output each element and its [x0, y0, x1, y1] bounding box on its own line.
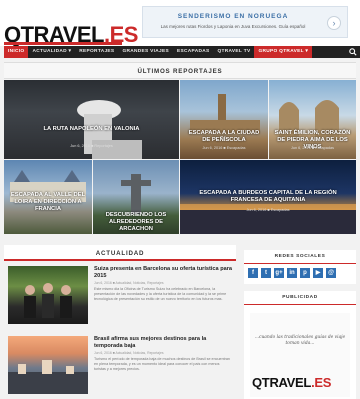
nav-item-reportajes[interactable]: REPORTAJES: [75, 46, 118, 58]
featured-tile-loira[interactable]: ESCAPADA AL VALLE DEL LOIRA EN DIRECCIÓN…: [4, 160, 92, 234]
site-header: QTRAVEL.ES SENDERISMO EN NORUEGA Las mej…: [0, 0, 360, 47]
social-icons-row: f t g+ in p ▶ @: [248, 268, 336, 278]
tile-meta: Jun 6, 2016 ■ Reportajes: [70, 144, 113, 148]
news-thumbnail[interactable]: [8, 266, 88, 324]
tile-meta: Jun 6, 2016 ■ Escapadas: [290, 146, 335, 150]
logo-underline: [4, 42, 122, 45]
ad-logo-main: QTRAVEL: [252, 375, 312, 390]
ad-logo: QTRAVEL.ES: [252, 375, 331, 390]
actualidad-section-header: ACTUALIDAD: [4, 245, 236, 261]
nav-item-grupo-qtravel[interactable]: GRUPO QTRAVEL ▾: [254, 46, 313, 58]
tile-caption: DESCUBRIENDO LOS ALREDEDORES DE ARCACHON: [105, 212, 167, 232]
email-icon[interactable]: @: [326, 268, 336, 278]
news-date: Jun 6, 2016 ■ Actualidad, Noticias, Repo…: [94, 281, 164, 285]
ad-tagline: ...cuando las tradicionales guías de via…: [254, 335, 346, 346]
chevron-right-icon[interactable]: ›: [327, 16, 341, 30]
nav-item-actualidad[interactable]: ACTUALIDAD ▾: [28, 46, 75, 58]
twitter-icon[interactable]: t: [261, 268, 271, 278]
section-title-actualidad: ACTUALIDAD: [95, 250, 145, 257]
news-date: Jun 6, 2016 ■ Actualidad, Noticias, Repo…: [94, 351, 164, 355]
featured-tile-burdeos[interactable]: ESCAPADA A BURDEOS CAPITAL DE LA REGIÓN …: [180, 160, 356, 234]
facebook-icon[interactable]: f: [248, 268, 258, 278]
nav-item-escapadas[interactable]: ESCAPADAS: [173, 46, 213, 58]
nav-item-qtravel-tv[interactable]: QTRAVEL TV: [214, 46, 255, 58]
ad-title: SENDERISMO EN NORUEGA: [177, 13, 289, 20]
publicidad-widget-title: PUBLICIDAD: [244, 291, 356, 305]
featured-section-header: ÚLTIMOS REPORTAJES: [4, 62, 356, 79]
news-excerpt: Turismo el período de temporada baja de …: [94, 357, 230, 371]
featured-tile-saint-emilion[interactable]: SAINT ÉMILION, CORAZÓN DE PIEDRA AIMA DE…: [269, 80, 356, 159]
news-excerpt: Este mismo dia la Oficina de Turismo Sui…: [94, 287, 227, 301]
people-image: [24, 283, 72, 318]
featured-tile-peniscola[interactable]: ESCAPADA A LA CIUDAD DE PEÑÍSCOLA Jun 6,…: [180, 80, 268, 159]
nav-item-inicio[interactable]: INICIO: [4, 46, 29, 58]
news-headline[interactable]: Suiza presenta en Barcelona su oferta tu…: [94, 266, 234, 280]
section-title-ultimos-reportajes: ÚLTIMOS REPORTAJES: [137, 68, 223, 75]
publicidad-widget: PUBLICIDAD ...cuando las tradicionales g…: [244, 291, 356, 399]
news-item[interactable]: Suiza presenta en Barcelona su oferta tu…: [4, 262, 236, 328]
town-image: [8, 360, 88, 394]
main-nav: INICIO ACTUALIDAD ▾ REPORTAJES GRANDES V…: [4, 46, 360, 58]
social-widget-title: REDES SOCIALES: [244, 250, 356, 264]
featured-tile-napoleon[interactable]: LA RUTA NAPOLEÓN EN VALONIA Jun 6, 2016 …: [4, 80, 179, 159]
news-item[interactable]: Brasil afirma sus mejores destinos para …: [4, 332, 236, 398]
search-icon[interactable]: [349, 48, 357, 56]
tile-caption: LA RUTA NAPOLEÓN EN VALONIA: [43, 126, 140, 132]
tile-caption: ESCAPADA A BURDEOS CAPITAL DE LA REGIÓN …: [199, 190, 337, 203]
ad-subtitle: Las mejores rutas Fiordos y Laponia en J…: [160, 24, 306, 29]
tile-caption: ESCAPADA A LA CIUDAD DE PEÑÍSCOLA: [188, 130, 260, 143]
google-plus-icon[interactable]: g+: [274, 268, 284, 278]
publicidad-ad[interactable]: ...cuando las tradicionales guías de via…: [250, 313, 350, 397]
tile-meta: Jun 6, 2016 ■ Escapadas: [202, 146, 246, 150]
news-headline[interactable]: Brasil afirma sus mejores destinos para …: [94, 336, 234, 350]
linkedin-icon[interactable]: in: [287, 268, 297, 278]
pinterest-icon[interactable]: p: [300, 268, 310, 278]
social-widget: REDES SOCIALES f t g+ in p ▶ @: [244, 250, 356, 284]
nav-item-grandes-viajes[interactable]: GRANDES VIAJES: [118, 46, 173, 58]
featured-tile-arcachon[interactable]: DESCUBRIENDO LOS ALREDEDORES DE ARCACHON: [93, 160, 179, 234]
header-ad-banner[interactable]: SENDERISMO EN NORUEGA Las mejores rutas …: [142, 6, 348, 38]
youtube-icon[interactable]: ▶: [313, 268, 323, 278]
news-thumbnail[interactable]: [8, 336, 88, 394]
tile-caption: ESCAPADA AL VALLE DEL LOIRA EN DIRECCIÓN…: [10, 192, 86, 212]
tile-meta: Jun 6, 2016 ■ Escapadas: [246, 208, 290, 212]
ad-logo-accent: .ES: [311, 375, 332, 390]
